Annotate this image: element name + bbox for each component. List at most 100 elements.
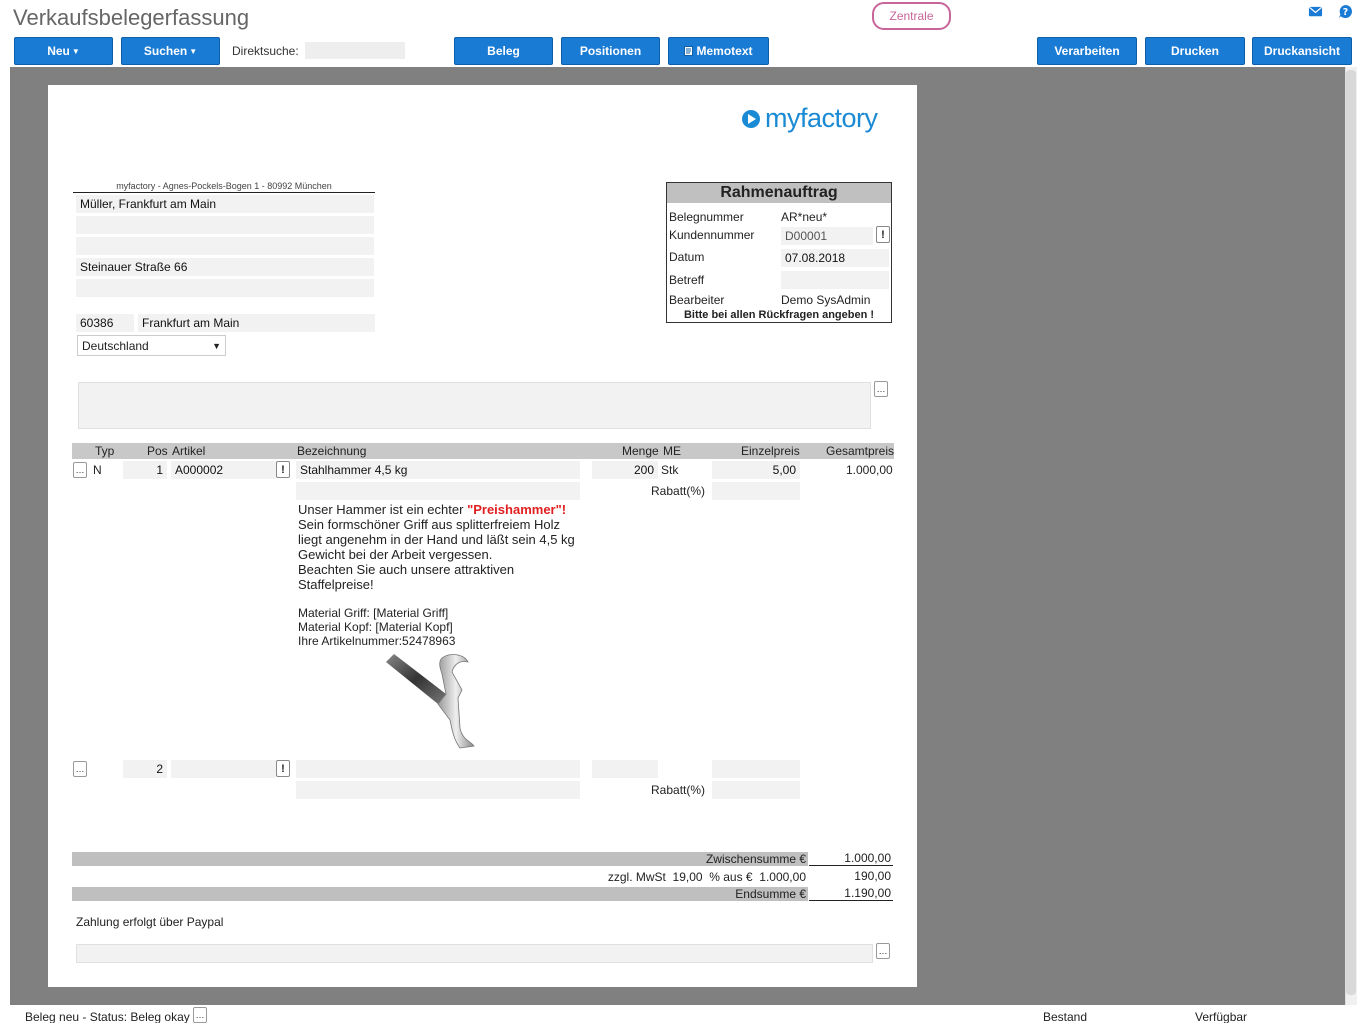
position-2-bezeichnung-field[interactable]: [296, 760, 580, 778]
position-1-artikel-info-button[interactable]: !: [276, 461, 290, 478]
position-1-artikel-field[interactable]: A000002: [171, 461, 276, 479]
direktsuche-input[interactable]: [305, 42, 405, 59]
col-artikel-header: Artikel: [172, 444, 206, 458]
svg-text:?: ?: [1343, 7, 1348, 18]
position-2-artikel-info-button[interactable]: !: [276, 760, 290, 777]
address-line1-field[interactable]: Müller, Frankfurt am Main: [76, 195, 374, 213]
attribute-line: Ihre Artikelnummer:52478963: [298, 634, 456, 648]
dropdown-arrow-icon: ▼: [212, 340, 221, 351]
beleg-button[interactable]: Beleg: [454, 37, 553, 65]
verarbeiten-button[interactable]: Verarbeiten: [1037, 37, 1137, 65]
document-type-title: Rahmenauftrag: [667, 183, 891, 203]
betreff-field[interactable]: [781, 271, 889, 289]
zentrale-button[interactable]: Zentrale: [872, 2, 951, 30]
neu-button[interactable]: Neu ▼: [14, 37, 113, 65]
position-2-pos-field[interactable]: 2: [123, 760, 167, 778]
position-1-menge-field[interactable]: 200: [592, 461, 658, 479]
position-2-rabatt-label: Rabatt(%): [651, 783, 706, 797]
memo-icon: [684, 46, 694, 56]
country-value: Deutschland: [82, 338, 149, 353]
zip-field[interactable]: 60386: [76, 314, 134, 332]
verfuegbar-label: Verfügbar: [1195, 1010, 1248, 1023]
logo-prefix: my: [765, 103, 801, 133]
long-text-line: liegt angenehm in der Hand und läßt sein…: [298, 532, 575, 547]
col-pos-header: Pos: [147, 444, 168, 458]
betreff-label: Betreff: [669, 273, 705, 287]
position-1-attributes: Material Griff: [Material Griff] Materia…: [298, 606, 455, 648]
kundennummer-label: Kundennummer: [669, 228, 755, 242]
position-2-artikel-field[interactable]: [171, 760, 276, 778]
address-line5-field[interactable]: [76, 279, 374, 297]
myfactory-logo: myfactory: [742, 103, 878, 134]
hammer-product-image: [386, 654, 475, 749]
position-1-bezeichnung2-field[interactable]: [296, 482, 580, 500]
long-text-line: Staffelpreise!: [298, 577, 374, 592]
city-field[interactable]: Frankfurt am Main: [138, 314, 375, 332]
endsumme-value: 1.190,00: [809, 886, 893, 901]
caret-down-icon: ▼: [71, 46, 80, 56]
positionen-button[interactable]: Positionen: [561, 37, 660, 65]
zwischensumme-label: Zwischensumme €: [705, 852, 806, 866]
caret-down-icon: ▼: [189, 46, 198, 56]
header-text-area[interactable]: [78, 382, 871, 429]
kundennummer-field[interactable]: D00001: [781, 227, 873, 245]
logo-suffix: factory: [800, 103, 878, 133]
footer-text-area[interactable]: [76, 944, 873, 963]
bestand-label: Bestand: [1043, 1010, 1088, 1023]
address-line3-field[interactable]: [76, 237, 374, 255]
play-logo-icon: [742, 109, 760, 128]
zwischensumme-value: 1.000,00: [809, 851, 893, 866]
page-title: Verkaufsbelegerfassung: [13, 5, 250, 30]
datum-field[interactable]: 07.08.2018: [781, 249, 889, 267]
status-more-button[interactable]: …: [193, 1007, 207, 1023]
header-text-more-button[interactable]: …: [874, 381, 888, 397]
suchen-button[interactable]: Suchen ▼: [121, 37, 220, 65]
long-text-line: Beachten Sie auch unsere attraktiven: [298, 562, 515, 577]
status-text: Beleg neu - Status: Beleg okay: [25, 1010, 190, 1023]
sender-line: myfactory - Agnes-Pockels-Bogen 1 - 8099…: [73, 181, 375, 193]
belegnummer-label: Belegnummer: [669, 210, 744, 224]
memotext-button[interactable]: Memotext: [668, 37, 769, 65]
attribute-line: Material Kopf: [Material Kopf]: [298, 620, 453, 634]
position-2-bezeichnung2-field[interactable]: [296, 781, 580, 799]
country-select[interactable]: Deutschland ▼: [77, 335, 226, 356]
neu-label: Neu: [47, 44, 70, 58]
position-2-einzelpreis-field[interactable]: [712, 760, 800, 778]
position-1-einzelpreis-field[interactable]: 5,00: [712, 461, 800, 479]
druckansicht-button[interactable]: Druckansicht: [1252, 37, 1352, 65]
col-me-header: ME: [663, 444, 681, 458]
position-1-menu-button[interactable]: …: [73, 462, 87, 478]
bearbeiter-label: Bearbeiter: [669, 293, 725, 307]
long-text-intro: Unser Hammer ist ein echter: [298, 502, 468, 517]
long-text-line: Sein formschöner Griff aus splitterfreie…: [298, 517, 561, 532]
suchen-label: Suchen: [143, 44, 188, 58]
belegnummer-value: AR*neu*: [781, 210, 828, 224]
drucken-button[interactable]: Drucken: [1145, 37, 1245, 65]
help-icon[interactable]: ?: [1338, 4, 1353, 19]
position-1-bezeichnung-field[interactable]: Stahlhammer 4,5 kg: [296, 461, 580, 479]
position-1-rabatt-field[interactable]: [712, 482, 800, 500]
address-street-field[interactable]: Steinauer Straße 66: [76, 258, 374, 276]
address-line2-field[interactable]: [76, 216, 374, 234]
position-1-gesamtpreis: 1.000,00: [846, 463, 893, 477]
col-typ-header: Typ: [95, 444, 115, 458]
memotext-label: Memotext: [696, 44, 753, 58]
col-gesamtpreis-header: Gesamtpreis: [826, 444, 895, 458]
position-2-menu-button[interactable]: …: [73, 761, 87, 777]
position-1-typ: N: [93, 463, 102, 477]
mail-icon[interactable]: [1308, 4, 1323, 19]
position-1-rabatt-label: Rabatt(%): [651, 484, 706, 498]
position-2-rabatt-field[interactable]: [712, 781, 800, 799]
footer-text-more-button[interactable]: …: [876, 943, 890, 959]
zahlung-text: Zahlung erfolgt über Paypal: [76, 915, 224, 929]
bearbeiter-value: Demo SysAdmin: [781, 293, 871, 307]
kundennummer-info-button[interactable]: !: [876, 226, 890, 243]
position-1-long-text: Unser Hammer ist ein echter "Preishammer…: [298, 502, 575, 592]
position-2-menge-field[interactable]: [592, 760, 658, 778]
long-text-line: Gewicht bei der Arbeit vergessen.: [298, 547, 493, 562]
scrollbar-thumb[interactable]: [1346, 70, 1356, 995]
endsumme-label: Endsumme €: [735, 887, 806, 901]
col-menge-header: Menge: [622, 444, 659, 458]
position-1-pos-field[interactable]: 1: [123, 461, 167, 479]
reference-notice: Bitte bei allen Rückfragen angeben !: [683, 309, 875, 321]
